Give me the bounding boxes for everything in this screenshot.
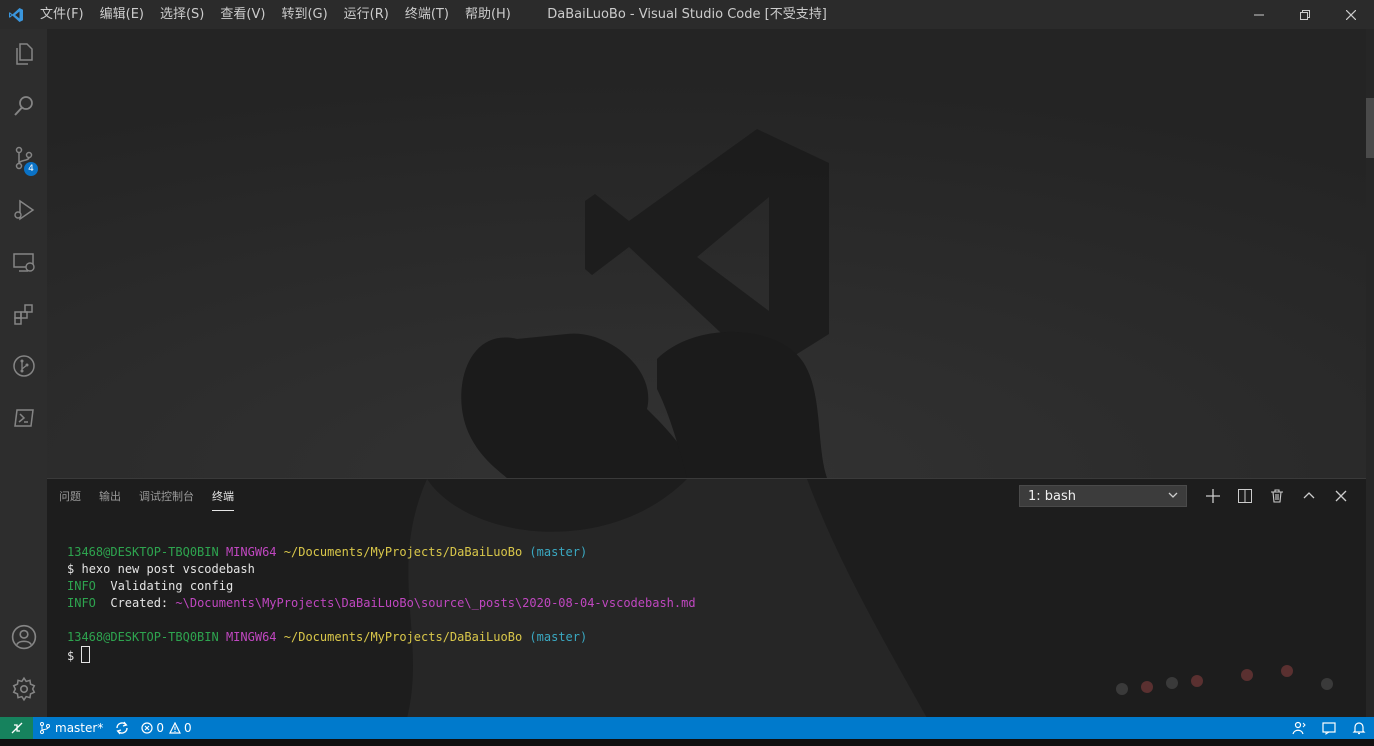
search-button[interactable] (0, 81, 47, 131)
status-bar: master* 0 0 (0, 717, 1374, 739)
terminal-line-info-1: INFO Validating config (67, 579, 234, 593)
explorer-icon (15, 43, 33, 65)
sync-icon (116, 721, 129, 735)
git-branch-icon (40, 722, 50, 734)
tab-output[interactable]: 输出 (99, 479, 121, 515)
plus-icon (1206, 489, 1220, 503)
minimize-icon (1254, 14, 1264, 15)
remote-icon (11, 722, 22, 734)
remote-explorer-icon (12, 253, 35, 272)
search-icon (13, 96, 33, 116)
powershell-button[interactable] (0, 393, 47, 443)
close-icon (1346, 9, 1356, 20)
bell-icon (1352, 722, 1366, 735)
feedback-icon (1322, 722, 1336, 735)
warning-icon (168, 722, 181, 734)
minimize-button[interactable] (1236, 0, 1282, 29)
run-debug-icon (13, 199, 34, 221)
remote-indicator-button[interactable] (0, 717, 33, 739)
extensions-button[interactable] (0, 289, 47, 339)
settings-button[interactable] (0, 664, 47, 714)
terminal-output[interactable]: 13468@DESKTOP-TBQ0BIN MINGW64 ~/Document… (67, 544, 696, 665)
terminal-line-prompt-2: 13468@DESKTOP-TBQ0BIN MINGW64 ~/Document… (67, 630, 588, 644)
account-button[interactable] (0, 612, 47, 662)
title-bar: 文件(F) 编辑(E) 选择(S) 查看(V) 转到(G) 运行(R) 终端(T… (0, 0, 1374, 29)
window-controls (1236, 0, 1374, 29)
new-terminal-button[interactable] (1197, 485, 1229, 507)
tab-debug-console[interactable]: 调试控制台 (139, 479, 194, 515)
close-icon (1335, 490, 1347, 502)
source-control-badge: 4 (24, 162, 38, 176)
terminal-line-input: $ (67, 646, 696, 665)
chevron-up-icon (1303, 492, 1315, 499)
powershell-icon (13, 409, 34, 427)
error-count: 0 (156, 721, 164, 735)
panel-tabs: 问题 输出 调试控制台 终端 (59, 479, 252, 515)
terminal-select[interactable]: 1: bash (1019, 485, 1187, 507)
menu-help[interactable]: 帮助(H) (457, 0, 519, 29)
remote-explorer-button[interactable] (0, 237, 47, 287)
error-icon (141, 722, 153, 734)
branch-name: master* (55, 721, 104, 735)
os-taskbar (0, 739, 1374, 746)
tab-problems[interactable]: 问题 (59, 479, 81, 515)
menu-run[interactable]: 运行(R) (336, 0, 397, 29)
live-share-button[interactable] (1284, 717, 1314, 739)
feedback-button[interactable] (1314, 717, 1344, 739)
restore-button[interactable] (1282, 0, 1328, 29)
sync-button[interactable] (109, 717, 135, 739)
menu-file[interactable]: 文件(F) (32, 0, 92, 29)
bottom-panel: 问题 输出 调试控制台 终端 1: bash 13468@DESKTOP-TBQ… (47, 478, 1366, 718)
split-icon (1238, 489, 1252, 503)
status-bar-right (1284, 717, 1374, 739)
menu-terminal[interactable]: 终端(T) (397, 0, 457, 29)
menu-go[interactable]: 转到(G) (273, 0, 335, 29)
close-panel-button[interactable] (1325, 485, 1357, 507)
account-icon (11, 624, 36, 650)
terminal-line-prompt-1: 13468@DESKTOP-TBQ0BIN MINGW64 ~/Document… (67, 545, 588, 559)
menu-view[interactable]: 查看(V) (212, 0, 273, 29)
person-broadcast-icon (1292, 721, 1306, 735)
run-debug-button[interactable] (0, 185, 47, 235)
terminal-cursor (81, 646, 91, 663)
menu-edit[interactable]: 编辑(E) (92, 0, 152, 29)
close-window-button[interactable] (1328, 0, 1374, 29)
git-graph-icon (12, 355, 35, 377)
extensions-icon (13, 304, 33, 325)
source-control-button[interactable]: 4 (0, 133, 47, 183)
tab-terminal[interactable]: 终端 (212, 479, 234, 515)
problems-status[interactable]: 0 0 (135, 717, 197, 739)
background-image (47, 29, 1366, 478)
menu-bar: 文件(F) 编辑(E) 选择(S) 查看(V) 转到(G) 运行(R) 终端(T… (32, 0, 519, 29)
vscode-logo-icon (0, 0, 32, 29)
panel-actions (1197, 485, 1357, 507)
scrollbar-thumb[interactable] (1366, 98, 1374, 158)
git-graph-button[interactable] (0, 341, 47, 391)
terminal-line-command: $ hexo new post vscodebash (67, 562, 255, 576)
editor-area (47, 29, 1366, 478)
settings-gear-icon (12, 676, 35, 702)
terminal-select-value: 1: bash (1028, 489, 1077, 504)
explorer-button[interactable] (0, 29, 47, 79)
trash-icon (1271, 489, 1283, 503)
branch-status[interactable]: master* (33, 717, 109, 739)
maximize-panel-button[interactable] (1293, 485, 1325, 507)
notifications-button[interactable] (1344, 717, 1374, 739)
activity-bar: 4 (0, 29, 47, 717)
terminal-line-info-2: INFO Created: ~\Documents\MyProjects\DaB… (67, 596, 696, 610)
warning-count: 0 (183, 721, 192, 735)
menu-selection[interactable]: 选择(S) (152, 0, 212, 29)
restore-icon (1300, 9, 1310, 20)
kill-terminal-button[interactable] (1261, 485, 1293, 507)
split-terminal-button[interactable] (1229, 485, 1261, 507)
chevron-down-icon (1168, 486, 1178, 508)
